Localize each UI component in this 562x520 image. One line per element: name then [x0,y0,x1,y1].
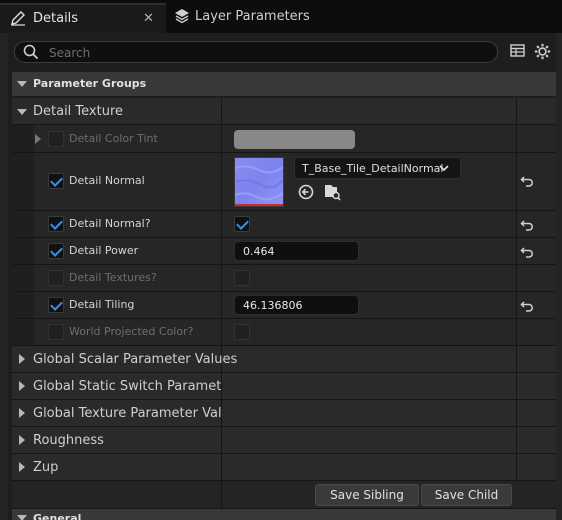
param-label: Detail Tiling [69,298,135,311]
search-icon [23,44,39,63]
browse-asset-icon[interactable] [323,183,341,204]
chevron-down-icon [17,109,27,115]
enable-checkbox[interactable] [48,297,64,313]
param-label: Detail Power [69,244,139,257]
chevron-down-icon [439,162,449,176]
tab-layer-parameters-label: Layer Parameters [195,9,310,24]
category-global-scalar-parameter-values[interactable]: Global Scalar Parameter Values [12,346,556,373]
value-field[interactable]: 46.136806 [234,295,359,315]
value-checkbox[interactable] [234,324,250,340]
enable-checkbox[interactable] [48,131,64,147]
value-field[interactable]: 0.464 [234,241,359,261]
pencil-icon [10,10,26,29]
category-label: Detail Texture [33,104,124,119]
gear-icon[interactable] [534,43,551,63]
category-label: Roughness [33,433,104,448]
category-label: Global Scalar Parameter Values [33,352,238,367]
asset-dropdown[interactable]: T_Base_Tile_DetailNormal [294,157,461,179]
action-buttons-row: Save Sibling Save Child [12,481,556,509]
param-row-detail-normal-switch: Detail Normal? [12,211,556,238]
close-icon[interactable]: ✕ [143,11,154,26]
save-sibling-button[interactable]: Save Sibling [315,484,419,506]
use-selected-asset-icon[interactable] [298,184,314,203]
enable-checkbox[interactable] [48,173,64,189]
chevron-right-icon [19,408,25,418]
general-section-label: General [33,512,82,520]
category-roughness[interactable]: Roughness [12,427,556,454]
category-zup[interactable]: Zup [12,454,556,481]
param-row-detail-textures-switch: Detail Textures? [12,265,556,292]
param-row-detail-color-tint: Detail Color Tint [12,125,556,153]
enable-checkbox[interactable] [48,243,64,259]
enable-checkbox[interactable] [48,270,64,286]
layers-icon [174,8,190,27]
value-checkbox[interactable] [234,270,250,286]
category-label: Zup [33,460,59,475]
reset-to-default-icon[interactable] [520,174,534,191]
reset-to-default-icon[interactable] [520,245,534,262]
param-row-world-projected-color: World Projected Color? [12,319,556,346]
parameter-groups-header[interactable]: Parameter Groups [12,72,556,96]
chevron-right-icon[interactable] [35,134,41,144]
chevron-down-icon [17,81,27,87]
value-text: 0.464 [243,245,275,258]
tab-details[interactable]: Details ✕ [0,3,166,33]
param-row-detail-tiling: Detail Tiling 46.136806 [12,292,556,319]
table-icon[interactable] [510,44,526,61]
tab-details-label: Details [33,11,79,26]
color-swatch[interactable] [234,130,355,149]
general-section-header[interactable]: General [12,509,556,520]
param-label: Detail Normal? [69,217,151,230]
chevron-down-icon [17,515,27,520]
category-global-static-switch-parameter-values[interactable]: Global Static Switch Parameter V [12,373,556,400]
enable-checkbox[interactable] [48,324,64,340]
param-label: Detail Textures? [69,271,157,284]
category-global-texture-parameter-values[interactable]: Global Texture Parameter Values [12,400,556,427]
category-label: Global Texture Parameter Values [33,406,221,421]
texture-thumbnail[interactable] [234,157,284,207]
parameter-groups-label: Parameter Groups [33,77,147,90]
param-label: Detail Normal [69,174,145,187]
value-checkbox[interactable] [234,216,250,232]
category-detail-texture[interactable]: Detail Texture [12,98,556,125]
chevron-right-icon [19,381,25,391]
param-row-detail-power: Detail Power 0.464 [12,238,556,265]
tab-layer-parameters[interactable]: Layer Parameters [166,3,326,33]
asset-name: T_Base_Tile_DetailNormal [302,162,444,175]
param-row-detail-normal: Detail Normal T_Base_Tile_DetailNormal [12,153,556,211]
search-input[interactable] [47,43,491,63]
chevron-right-icon [19,435,25,445]
reset-to-default-icon[interactable] [520,299,534,316]
category-label: Global Static Switch Parameter V [33,379,221,394]
enable-checkbox[interactable] [48,216,64,232]
search-box[interactable] [14,41,498,63]
param-label: World Projected Color? [69,325,194,338]
chevron-right-icon [19,462,25,472]
reset-to-default-icon[interactable] [520,218,534,235]
value-text: 46.136806 [243,299,303,312]
save-child-button[interactable]: Save Child [421,484,512,506]
param-label: Detail Color Tint [69,132,158,145]
chevron-right-icon [19,354,25,364]
